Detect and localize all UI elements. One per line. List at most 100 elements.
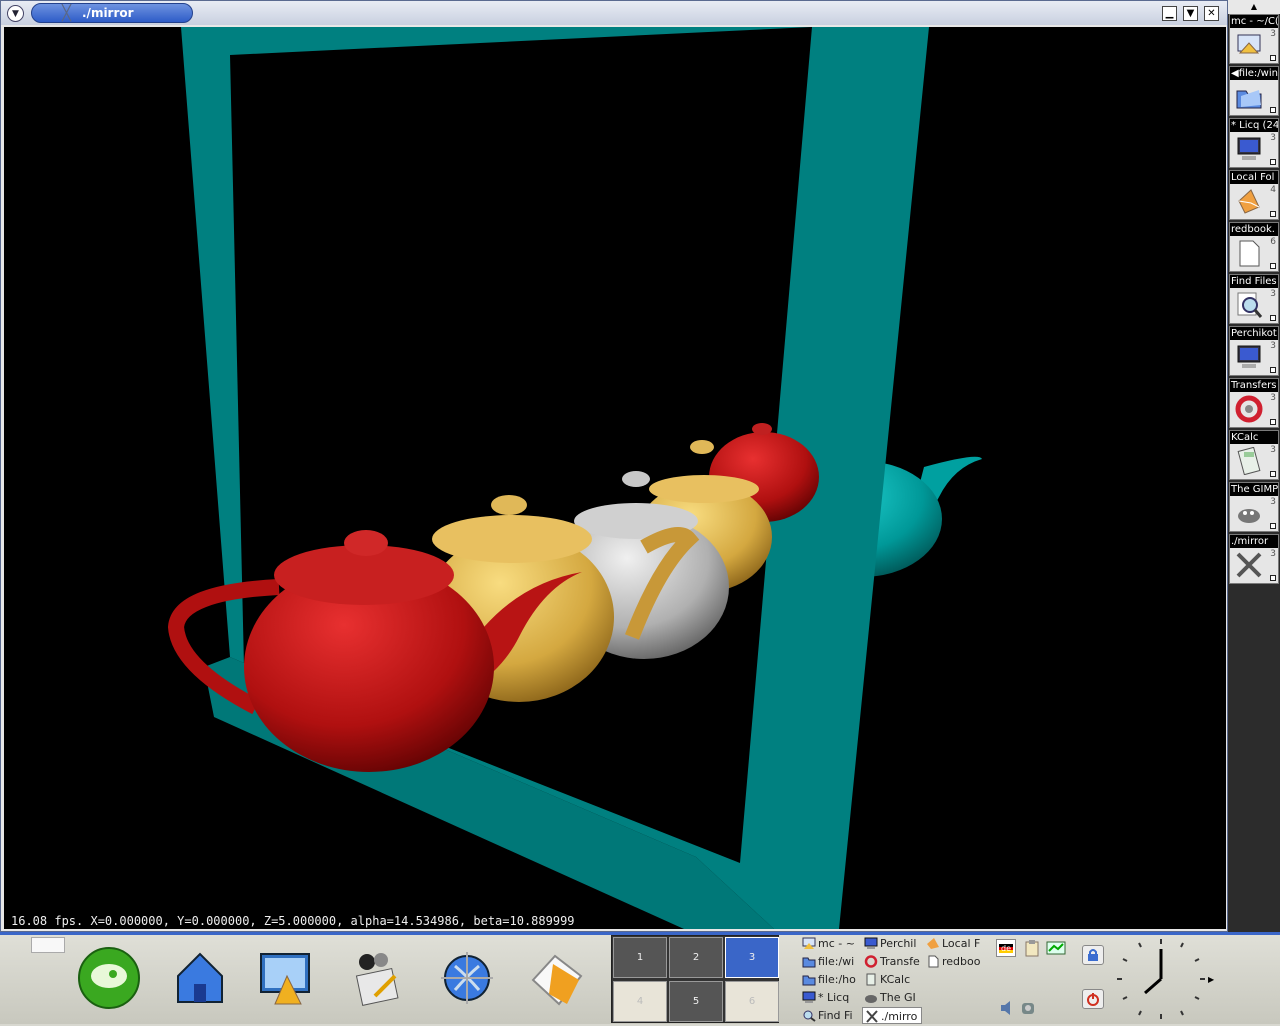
sidebar-window-label: KCalc <box>1230 431 1278 444</box>
kmail-launcher[interactable] <box>342 944 412 1014</box>
network-monitor-icon[interactable] <box>1046 939 1066 957</box>
taskbar-item[interactable]: Find Fi <box>800 1007 860 1024</box>
sidebar-window-toggle[interactable] <box>1270 55 1276 61</box>
desktop-3[interactable]: 3 <box>725 937 779 978</box>
konqueror-launcher[interactable] <box>432 944 502 1014</box>
sidebar-window-item[interactable]: Local Fol 4 <box>1229 170 1279 220</box>
taskbar-item-label: The GI <box>880 991 916 1004</box>
sidebar-window-label: Perchikot <box>1230 327 1278 340</box>
computer-icon <box>802 991 816 1004</box>
sidebar-window-toggle[interactable] <box>1270 263 1276 269</box>
scroll-up-button[interactable]: ▲ <box>1228 0 1280 14</box>
control-center-icon <box>255 946 319 1013</box>
sidebar-window-label: Local Fol <box>1230 171 1278 184</box>
sidebar-window-item[interactable]: ◀file:/win <box>1229 66 1279 116</box>
suse-menu-launcher[interactable] <box>74 944 144 1014</box>
taskbar-item[interactable]: Perchil <box>862 935 922 952</box>
sidebar-window-item[interactable]: Find Files 3 <box>1229 274 1279 324</box>
window-title-pill[interactable]: ╳ ./mirror <box>31 3 193 23</box>
sidebar-window-toggle[interactable] <box>1270 419 1276 425</box>
calculator-icon <box>1234 446 1264 476</box>
volume-icon[interactable] <box>998 999 1018 1017</box>
desktop-4[interactable]: 4 <box>613 981 667 1022</box>
kontact-icon <box>525 946 589 1013</box>
panel-hide-button[interactable] <box>31 937 65 953</box>
lock-icon <box>1088 949 1098 961</box>
home-launcher[interactable] <box>165 944 235 1014</box>
folder-icon <box>802 955 816 968</box>
desktop-2[interactable]: 2 <box>669 937 723 978</box>
status-readout: 16.08 fps. X=0.000000, Y=0.000000, Z=5.0… <box>11 914 575 928</box>
sidebar-window-label: Find Files <box>1230 275 1278 288</box>
sidebar-window-item[interactable]: * Licq (24 3 <box>1229 118 1279 168</box>
taskbar-item[interactable]: KCalc <box>862 971 922 988</box>
sidebar-window-toggle[interactable] <box>1270 211 1276 217</box>
lock-screen-button[interactable] <box>1082 945 1104 965</box>
sidebar-window-item[interactable]: mc - ~/C(3 <box>1229 14 1279 64</box>
clock-expand-arrow[interactable]: ▶ <box>1208 975 1214 984</box>
sidebar-window-label: * Licq (24 <box>1230 119 1279 132</box>
keyboard-layout-indicator[interactable]: de <box>996 939 1016 957</box>
x-icon <box>865 1010 879 1023</box>
chevron-up-icon: ▲ <box>1250 2 1258 11</box>
sidebar-window-item[interactable]: ./mirror 3 <box>1229 534 1279 584</box>
sidebar-window-item[interactable]: KCalc 3 <box>1229 430 1279 480</box>
sidebar-window-toggle[interactable] <box>1270 159 1276 165</box>
taskbar-item-label: * Licq <box>818 991 850 1004</box>
folder-icon <box>802 973 816 986</box>
gimp-icon <box>1234 498 1264 528</box>
kontact-launcher[interactable] <box>522 944 592 1014</box>
taskbar-item[interactable]: mc - ~ <box>800 935 860 952</box>
taskbar-item[interactable]: ./mirro <box>862 1007 922 1024</box>
desktop-1[interactable]: 1 <box>613 937 667 978</box>
taskbar-item[interactable]: file:/ho <box>800 971 860 988</box>
sidebar-window-toggle[interactable] <box>1270 107 1276 113</box>
sidebar-window-item[interactable]: The GIMP 3 <box>1229 482 1279 532</box>
sidebar-window-desktop-number: 3 <box>1270 289 1276 299</box>
desktop-5[interactable]: 5 <box>669 981 723 1022</box>
logout-button[interactable] <box>1082 989 1104 1009</box>
suse-menu-icon <box>77 946 141 1013</box>
clock-hour-hand <box>1144 977 1162 995</box>
titlebar[interactable]: ▼ ╳ ./mirror ▁ ▼ ✕ <box>1 1 1227 25</box>
sidebar-window-item[interactable]: Perchikot 3 <box>1229 326 1279 376</box>
mirror-scene <box>167 27 982 929</box>
x-window-icon: ╳ <box>62 4 72 22</box>
sidebar-window-item[interactable]: Transfers 3 <box>1229 378 1279 428</box>
sidebar-window-desktop-number: 3 <box>1270 29 1276 39</box>
close-button[interactable]: ✕ <box>1204 6 1219 21</box>
sidebar-window-desktop-number: 3 <box>1270 133 1276 143</box>
sidebar-window-toggle[interactable] <box>1270 367 1276 373</box>
taskbar-item[interactable]: file:/wi <box>800 953 860 970</box>
sidebar-window-toggle[interactable] <box>1270 575 1276 581</box>
taskbar-item[interactable]: Transfe <box>862 953 922 970</box>
maximize-button[interactable]: ▼ <box>1183 6 1198 21</box>
sidebar-window-toggle[interactable] <box>1270 315 1276 321</box>
gl-viewport[interactable]: 16.08 fps. X=0.000000, Y=0.000000, Z=5.0… <box>4 27 1226 929</box>
sidebar-window-desktop-number: 3 <box>1270 341 1276 351</box>
taskbar-item[interactable]: * Licq <box>800 989 860 1006</box>
analog-clock[interactable] <box>1113 935 1217 1023</box>
taskbar-item[interactable]: Local F <box>924 935 984 952</box>
sidebar-window-desktop-number: 3 <box>1270 497 1276 507</box>
sidebar-window-toggle[interactable] <box>1270 471 1276 477</box>
sidebar-window-item[interactable]: redbook. 6 <box>1229 222 1279 272</box>
taskbar-item[interactable]: The GI <box>862 989 922 1006</box>
kmail-icon <box>345 946 409 1013</box>
taskbar-item-label: Local F <box>942 937 981 950</box>
x-icon <box>1234 550 1264 580</box>
minimize-button[interactable]: ▁ <box>1162 6 1177 21</box>
sidebar-window-toggle[interactable] <box>1270 523 1276 529</box>
device-icon[interactable] <box>1018 999 1038 1017</box>
taskbar: mc - ~ Perchil Local F file:/wi Transfe redbo… <box>800 935 986 1024</box>
sidebar-window-desktop-number: 6 <box>1270 237 1276 247</box>
find-icon <box>802 1009 816 1022</box>
sidebar-window-label: The GIMP <box>1230 483 1279 496</box>
sidebar-window-desktop-number: 3 <box>1270 393 1276 403</box>
klipper-icon[interactable] <box>1022 939 1042 957</box>
control-center-launcher[interactable] <box>252 944 322 1014</box>
taskbar-item[interactable]: redboo <box>924 953 984 970</box>
desktop-6[interactable]: 6 <box>725 981 779 1022</box>
window-menu-button[interactable]: ▼ <box>7 5 24 22</box>
taskbar-item-label: Transfe <box>880 955 920 968</box>
